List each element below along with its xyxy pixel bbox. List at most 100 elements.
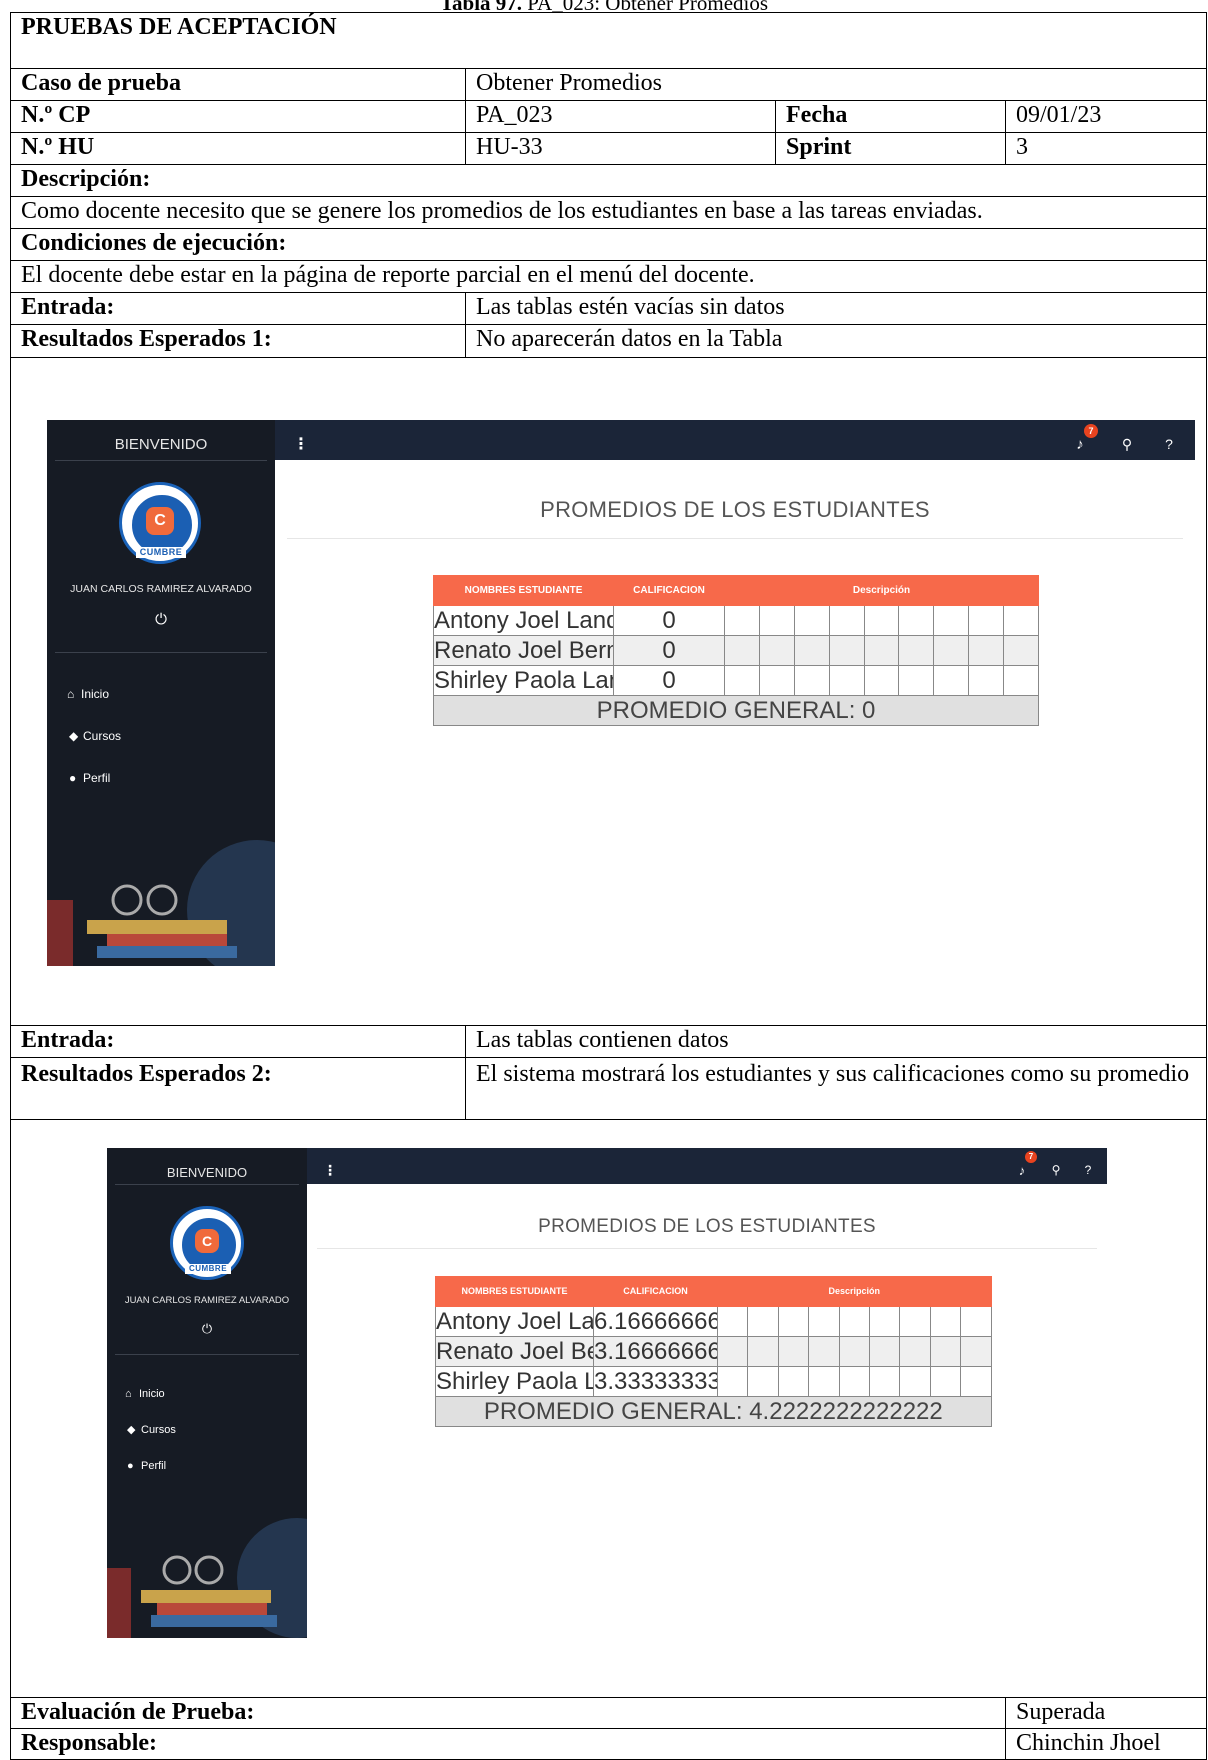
help-icon[interactable]: ? [1159,430,1179,459]
descripcion-label: Descripción: [9,164,1208,197]
sidebar-item-perfil[interactable]: ● Perfil [127,1452,166,1481]
student-grade: 0 [613,665,725,696]
page-title: PROMEDIOS DE LOS ESTUDIANTES [540,497,930,522]
page-title: PROMEDIOS DE LOS ESTUDIANTES [538,1216,876,1237]
power-icon[interactable]: ⏻ [47,605,275,634]
student-grade: 6.166666666666667 [593,1306,718,1337]
welcome-label: BIENVENIDO [166,1165,248,1180]
sidebar-item-label: Cursos [83,729,122,743]
condiciones-value: El docente debe estar en la página de re… [9,260,1208,293]
sprint-value: 3 [1004,132,1208,165]
column-header-description: Descripción [717,1276,992,1307]
student-name: Shirley Paola Landeta Tapia [433,665,614,696]
power-icon[interactable]: ⏻ [107,1314,307,1343]
condiciones-label: Condiciones de ejecución: [9,228,1208,261]
notification-badge: 7 [1025,1151,1037,1163]
sidebar-item-cursos[interactable]: ◆ Cursos [69,722,121,751]
top-bar: ⋮ ♪ 7 ⚲ ? [307,1148,1107,1184]
resultados-1-value: No aparecerán datos en la Tabla [464,324,1208,358]
entrada-2-label: Entrada: [10,1025,466,1058]
student-name: Antony Joel Landeta Tapia [433,605,614,636]
sidebar-item-inicio[interactable]: ⌂ Inicio [67,680,109,709]
caso-label: Caso de prueba [10,68,466,101]
menu-dots-icon[interactable]: ⋮ [293,430,309,459]
student-name: Antony Joel Landeta Tapia [435,1306,594,1337]
column-header-description: Descripción [723,575,1040,606]
sidebar: BIENVENIDO C CUMBRE JUAN CARLOS RAMIREZ … [47,420,275,966]
sidebar-item-label: Cursos [141,1424,176,1436]
sidebar-divider [55,652,267,653]
screenshot-1-cell: BIENVENIDO C CUMBRE JUAN CARLOS RAMIREZ … [9,357,1208,1026]
student-name: Renato Joel Bermeo Alvarado [433,635,614,666]
student-grade: 3.1666666666666665 [593,1336,718,1367]
sidebar-item-perfil[interactable]: ● Perfil [69,764,110,793]
logo-banner: CUMBRE [136,547,186,558]
sidebar-item-label: Perfil [141,1460,167,1472]
title-divider [317,1248,1097,1249]
app-window-1: BIENVENIDO C CUMBRE JUAN CARLOS RAMIREZ … [47,420,1195,966]
general-average: PROMEDIO GENERAL: 4.2222222222222 [435,1396,992,1427]
acceptance-test-table: PRUEBAS DE ACEPTACIÓN Caso de prueba Obte… [9,12,1208,1760]
responsable-value: Chinchin Jhoel [1004,1728,1208,1760]
sidebar-divider [115,1354,299,1355]
student-grade: 0 [613,605,725,636]
search-icon[interactable]: ⚲ [1047,1156,1065,1185]
notification-badge: 7 [1084,424,1098,438]
caso-value: Obtener Promedios [464,68,1208,101]
resultados-2-label: Resultados Esperados 2: [10,1057,466,1120]
school-illustration-icon [107,1518,307,1638]
menu-dots-icon[interactable]: ⋮ [323,1156,337,1185]
sidebar-divider [55,460,267,461]
column-header-grade: CALIFICACION [613,575,725,606]
student-grade: 3.3333333333333335 [593,1366,718,1397]
logo-initials: C [146,507,174,535]
graduation-cap-icon: ◆ [127,1424,136,1436]
sidebar-item-label: Perfil [83,771,111,785]
user-name: JUAN CARLOS RAMIREZ ALVARADO [70,583,252,595]
sidebar: BIENVENIDO C CUMBRE JUAN CARLOS RAMIREZ … [107,1148,307,1638]
resultados-2-value: El sistema mostrará los estudiantes y su… [464,1057,1208,1120]
fecha-label: Fecha [775,100,1006,133]
ncp-label: N.º CP [10,100,466,133]
resultados-1-label: Resultados Esperados 1: [10,324,466,358]
sprint-label: Sprint [775,132,1006,165]
title-divider [287,538,1183,539]
column-header-name: NOMBRES ESTUDIANTE [433,575,614,606]
school-logo: C CUMBRE [170,1206,244,1280]
sidebar-divider [115,1184,299,1185]
nhu-value: HU-33 [465,132,776,165]
grades-table: NOMBRES ESTUDIANTE CALIFICACION Descripció… [432,575,1040,726]
grades-table: NOMBRES ESTUDIANTE CALIFICACION Descripció… [435,1276,992,1427]
logo-banner: CUMBRE [185,1264,231,1274]
logo-initials: C [195,1229,219,1253]
help-icon[interactable]: ? [1079,1156,1097,1185]
sidebar-item-inicio[interactable]: ⌂ Inicio [125,1380,165,1409]
entrada-1-label: Entrada: [10,292,466,325]
school-logo: C CUMBRE [119,482,201,564]
fecha-value: 09/01/23 [1004,100,1208,133]
screenshot-2-cell: BIENVENIDO C CUMBRE JUAN CARLOS RAMIREZ … [9,1119,1208,1698]
evaluacion-value: Superada [1004,1697,1208,1729]
home-icon: ⌂ [67,687,75,701]
ncp-value: PA_023 [465,100,776,133]
home-icon: ⌂ [125,1388,132,1400]
welcome-label: BIENVENIDO [114,436,208,453]
sidebar-item-label: Inicio [81,687,110,701]
screenshot-2: BIENVENIDO C CUMBRE JUAN CARLOS RAMIREZ … [12,1121,1206,1697]
nhu-label: N.º HU [10,132,466,165]
person-icon: ● [69,771,77,785]
table-header: PRUEBAS DE ACEPTACIÓN [9,12,1208,69]
screenshot-1: BIENVENIDO C CUMBRE JUAN CARLOS RAMIREZ … [12,359,1206,1025]
sidebar-item-cursos[interactable]: ◆ Cursos [127,1416,176,1445]
search-icon[interactable]: ⚲ [1117,430,1137,459]
school-illustration-icon [47,840,275,966]
sidebar-item-label: Inicio [139,1388,165,1400]
student-grade: 0 [613,635,725,666]
student-name: Renato Joel Bermeo Alvarado [435,1336,594,1367]
person-icon: ● [127,1460,134,1472]
descripcion-value: Como docente necesito que se genere los … [9,196,1208,229]
app-window-2: BIENVENIDO C CUMBRE JUAN CARLOS RAMIREZ … [107,1148,1117,1638]
graduation-cap-icon: ◆ [69,729,79,743]
responsable-label: Responsable: [10,1728,1006,1760]
student-name: Shirley Paola Landeta Tapia [435,1366,594,1397]
